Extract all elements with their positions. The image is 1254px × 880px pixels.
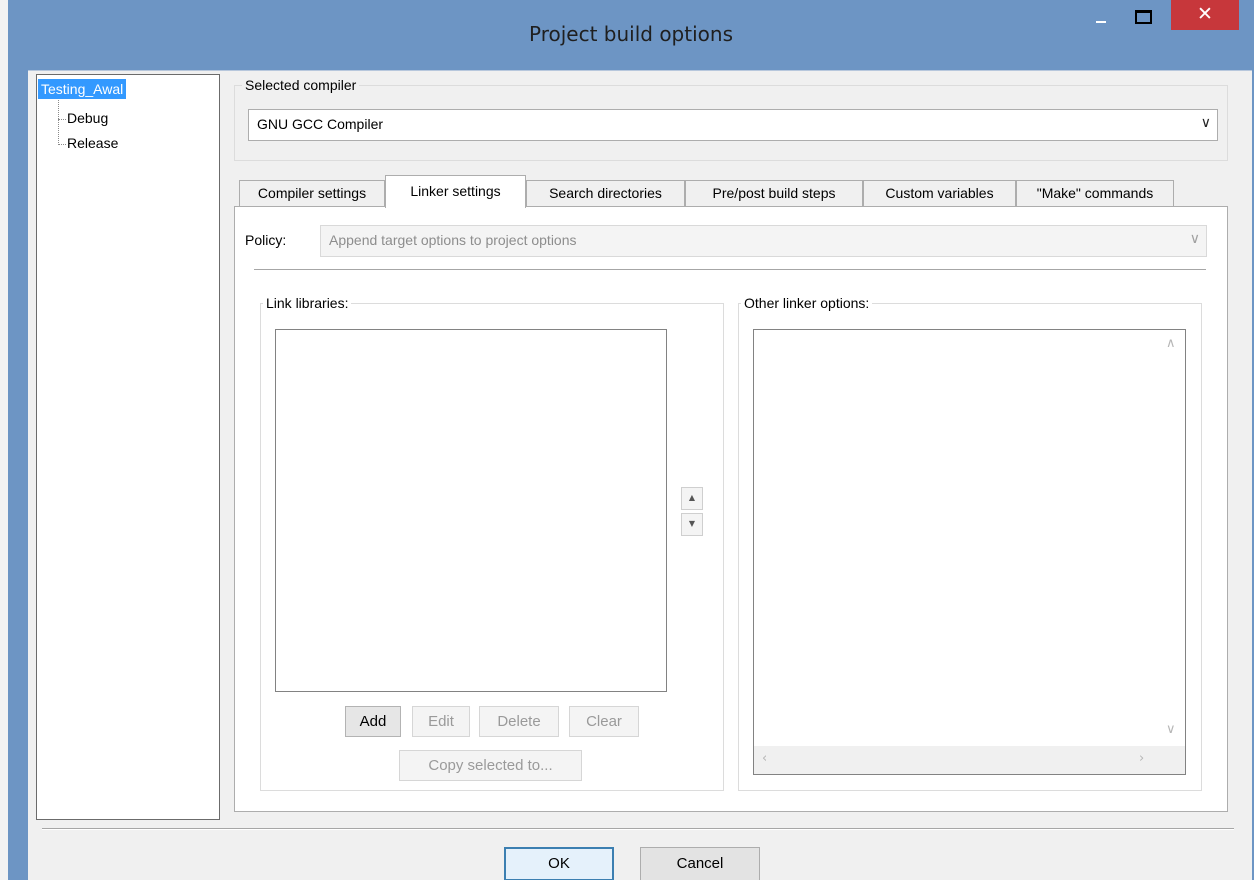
- compiler-dropdown[interactable]: GNU GCC Compiler ∨: [248, 109, 1218, 141]
- other-linker-options-label: Other linker options:: [741, 295, 873, 311]
- minimize-icon: [1096, 21, 1106, 23]
- dialog-window: Project build options ✕ Testing_Awal Deb…: [8, 0, 1254, 880]
- chevron-down-icon: ∨: [1189, 230, 1200, 246]
- move-up-button[interactable]: ▲: [681, 487, 703, 510]
- scroll-up-icon[interactable]: ∧: [1166, 336, 1176, 351]
- tab-compiler-settings[interactable]: Compiler settings: [239, 180, 385, 206]
- edit-button[interactable]: Edit: [412, 706, 470, 737]
- maximize-icon: [1135, 10, 1152, 24]
- title-bar[interactable]: Project build options ✕: [8, 0, 1254, 70]
- copy-selected-button[interactable]: Copy selected to...: [399, 750, 582, 781]
- selected-compiler-label: Selected compiler: [242, 77, 360, 93]
- tab-pre-post-build-steps[interactable]: Pre/post build steps: [685, 180, 863, 206]
- tree-item-release[interactable]: Release: [58, 135, 118, 151]
- tree-item-label: Debug: [67, 110, 109, 126]
- close-button[interactable]: ✕: [1171, 0, 1239, 30]
- tree-branch-line: [58, 118, 66, 120]
- horizontal-scrollbar[interactable]: ‹ ›: [754, 746, 1159, 774]
- policy-value: Append target options to project options: [329, 232, 577, 248]
- vertical-scrollbar[interactable]: ∧ ∨: [1159, 330, 1185, 744]
- delete-button[interactable]: Delete: [479, 706, 559, 737]
- tree-item-debug[interactable]: Debug: [58, 110, 108, 126]
- other-linker-options-input[interactable]: ∧ ∨ ‹ ›: [753, 329, 1186, 775]
- triangle-up-icon: ▲: [688, 493, 696, 502]
- reorder-buttons: ▲ ▼: [681, 487, 703, 536]
- link-libraries-label: Link libraries:: [263, 295, 352, 311]
- cancel-button[interactable]: Cancel: [640, 847, 760, 880]
- scrollbar-corner: [1159, 746, 1185, 774]
- tab-make-commands[interactable]: "Make" commands: [1016, 180, 1174, 206]
- minimize-button[interactable]: [1086, 0, 1116, 30]
- target-tree[interactable]: Testing_Awal Debug Release: [36, 74, 220, 820]
- add-button[interactable]: Add: [345, 706, 401, 737]
- footer-divider: [42, 828, 1234, 830]
- link-libraries-group: Link libraries: ▲ ▼ Add Edit Delete Clea…: [260, 295, 724, 791]
- triangle-down-icon: ▼: [688, 519, 696, 528]
- tree-branch-line: [58, 143, 66, 145]
- move-down-button[interactable]: ▼: [681, 513, 703, 536]
- linker-settings-panel: Policy: Append target options to project…: [234, 206, 1228, 812]
- tab-search-directories[interactable]: Search directories: [526, 180, 685, 206]
- policy-dropdown[interactable]: Append target options to project options…: [320, 225, 1207, 257]
- dialog-client: Testing_Awal Debug Release Selected comp…: [28, 70, 1252, 880]
- tree-item-label: Release: [67, 135, 119, 151]
- chevron-down-icon: ∨: [1200, 114, 1211, 130]
- policy-label: Policy:: [245, 232, 287, 248]
- clear-button[interactable]: Clear: [569, 706, 639, 737]
- scroll-down-icon[interactable]: ∨: [1166, 722, 1176, 737]
- selected-compiler-group: Selected compiler GNU GCC Compiler ∨: [234, 77, 1228, 161]
- tree-item-testing-awal[interactable]: Testing_Awal: [38, 79, 127, 99]
- close-icon: ✕: [1197, 3, 1213, 25]
- tab-linker-settings[interactable]: Linker settings: [385, 175, 526, 208]
- divider: [254, 269, 1206, 271]
- window-title: Project build options: [529, 22, 733, 46]
- other-linker-options-group: Other linker options: ∧ ∨ ‹ ›: [738, 295, 1202, 791]
- scroll-left-icon[interactable]: ‹: [762, 751, 767, 766]
- maximize-button[interactable]: [1126, 0, 1160, 30]
- link-libraries-list[interactable]: [275, 329, 667, 692]
- compiler-value: GNU GCC Compiler: [257, 116, 384, 132]
- ok-button[interactable]: OK: [504, 847, 614, 880]
- scroll-right-icon[interactable]: ›: [1139, 751, 1144, 766]
- tab-custom-variables[interactable]: Custom variables: [863, 180, 1016, 206]
